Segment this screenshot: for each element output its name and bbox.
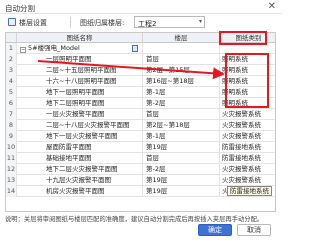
cancel-button[interactable]: 取消 bbox=[237, 224, 271, 236]
footer-note: 说明：关层将审阅图纸与楼层匹配的准确度，建议自动分割完成后再按插入夹层再手动分配… bbox=[5, 216, 264, 223]
annotation-arrow bbox=[37, 60, 225, 80]
ok-button[interactable]: 确定 bbox=[198, 224, 232, 236]
